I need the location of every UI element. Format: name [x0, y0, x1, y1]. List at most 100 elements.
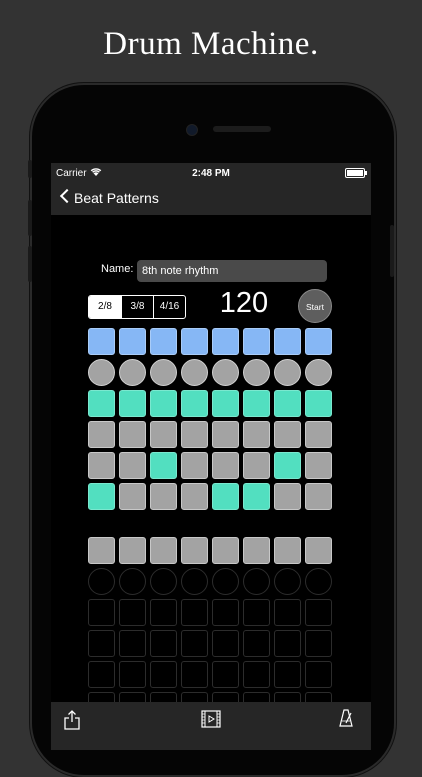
beat-cell[interactable]	[274, 359, 301, 386]
beat-cell[interactable]	[150, 452, 177, 479]
beat-cell[interactable]	[305, 421, 332, 448]
beat-cell[interactable]	[119, 630, 146, 657]
beat-cell[interactable]	[212, 599, 239, 626]
start-button[interactable]: Start	[298, 289, 332, 323]
beat-cell[interactable]	[119, 599, 146, 626]
beat-cell[interactable]	[274, 421, 301, 448]
beat-cell[interactable]	[150, 537, 177, 564]
beat-cell[interactable]	[88, 452, 115, 479]
beat-cell[interactable]	[305, 599, 332, 626]
beat-cell[interactable]	[119, 568, 146, 595]
beat-cell[interactable]	[181, 452, 208, 479]
beat-cell[interactable]	[119, 421, 146, 448]
beat-cell[interactable]	[274, 630, 301, 657]
beat-cell[interactable]	[119, 328, 146, 355]
video-icon[interactable]	[201, 710, 221, 728]
beat-cell[interactable]	[181, 421, 208, 448]
back-button-label: Beat Patterns	[74, 190, 159, 206]
share-icon[interactable]	[63, 710, 81, 730]
beat-cell[interactable]	[243, 359, 270, 386]
beat-cell[interactable]	[88, 359, 115, 386]
beat-cell[interactable]	[150, 483, 177, 510]
beat-cell[interactable]	[88, 328, 115, 355]
beat-cell[interactable]	[212, 359, 239, 386]
beat-cell[interactable]	[243, 421, 270, 448]
beat-cell[interactable]	[150, 390, 177, 417]
beat-cell[interactable]	[150, 568, 177, 595]
beat-cell[interactable]	[305, 452, 332, 479]
beat-cell[interactable]	[150, 630, 177, 657]
beat-cell[interactable]	[88, 568, 115, 595]
beat-cell[interactable]	[243, 483, 270, 510]
beat-cell[interactable]	[243, 452, 270, 479]
beat-cell[interactable]	[119, 483, 146, 510]
beat-cell[interactable]	[243, 568, 270, 595]
metronome-icon[interactable]	[338, 708, 354, 728]
beat-cell[interactable]	[119, 537, 146, 564]
beat-cell[interactable]	[212, 390, 239, 417]
beat-cell[interactable]	[212, 568, 239, 595]
beat-cell[interactable]	[181, 568, 208, 595]
beat-cell[interactable]	[88, 630, 115, 657]
beat-cell[interactable]	[212, 421, 239, 448]
beat-cell[interactable]	[243, 630, 270, 657]
beat-cell[interactable]	[305, 359, 332, 386]
beat-cell[interactable]	[150, 599, 177, 626]
beat-cell[interactable]	[212, 452, 239, 479]
beat-cell[interactable]	[274, 452, 301, 479]
tempo-display[interactable]: 120	[209, 287, 279, 320]
beat-cell[interactable]	[88, 390, 115, 417]
track-row-4	[88, 421, 332, 448]
beat-cell[interactable]	[119, 661, 146, 688]
beat-cell[interactable]	[305, 568, 332, 595]
beat-cell[interactable]	[181, 661, 208, 688]
beat-cell[interactable]	[305, 630, 332, 657]
beat-cell[interactable]	[305, 661, 332, 688]
beat-cell[interactable]	[212, 328, 239, 355]
beat-cell[interactable]	[181, 359, 208, 386]
segment-4-16[interactable]: 4/16	[153, 296, 185, 318]
beat-cell[interactable]	[305, 328, 332, 355]
beat-cell[interactable]	[150, 661, 177, 688]
beat-cell[interactable]	[212, 483, 239, 510]
beat-cell[interactable]	[274, 390, 301, 417]
segment-2-8[interactable]: 2/8	[89, 296, 121, 318]
beat-cell[interactable]	[243, 328, 270, 355]
beat-cell[interactable]	[274, 537, 301, 564]
beat-cell[interactable]	[274, 568, 301, 595]
beat-cell[interactable]	[212, 537, 239, 564]
beat-cell[interactable]	[243, 390, 270, 417]
beat-cell[interactable]	[88, 599, 115, 626]
beat-cell[interactable]	[119, 359, 146, 386]
beat-cell[interactable]	[212, 661, 239, 688]
beat-cell[interactable]	[181, 390, 208, 417]
beat-cell[interactable]	[274, 661, 301, 688]
pattern-name-field[interactable]: 8th note rhythm	[137, 260, 327, 282]
beat-cell[interactable]	[305, 483, 332, 510]
beat-cell[interactable]	[243, 537, 270, 564]
beat-cell[interactable]	[119, 390, 146, 417]
beat-cell[interactable]	[150, 359, 177, 386]
beat-cell[interactable]	[243, 661, 270, 688]
beat-cell[interactable]	[305, 537, 332, 564]
beat-cell[interactable]	[88, 661, 115, 688]
beat-cell[interactable]	[181, 630, 208, 657]
beat-cell[interactable]	[150, 328, 177, 355]
beat-cell[interactable]	[88, 483, 115, 510]
beat-cell[interactable]	[119, 452, 146, 479]
beat-cell[interactable]	[181, 328, 208, 355]
beat-cell[interactable]	[212, 630, 239, 657]
beat-cell[interactable]	[181, 483, 208, 510]
beat-cell[interactable]	[274, 328, 301, 355]
beat-cell[interactable]	[88, 537, 115, 564]
back-button[interactable]: Beat Patterns	[51, 183, 171, 215]
beat-cell[interactable]	[181, 537, 208, 564]
beat-cell[interactable]	[88, 421, 115, 448]
beat-cell[interactable]	[243, 599, 270, 626]
beat-cell[interactable]	[274, 599, 301, 626]
segment-3-8[interactable]: 3/8	[121, 296, 153, 318]
beat-cell[interactable]	[181, 599, 208, 626]
beat-cell[interactable]	[150, 421, 177, 448]
beat-cell[interactable]	[274, 483, 301, 510]
beat-cell[interactable]	[305, 390, 332, 417]
